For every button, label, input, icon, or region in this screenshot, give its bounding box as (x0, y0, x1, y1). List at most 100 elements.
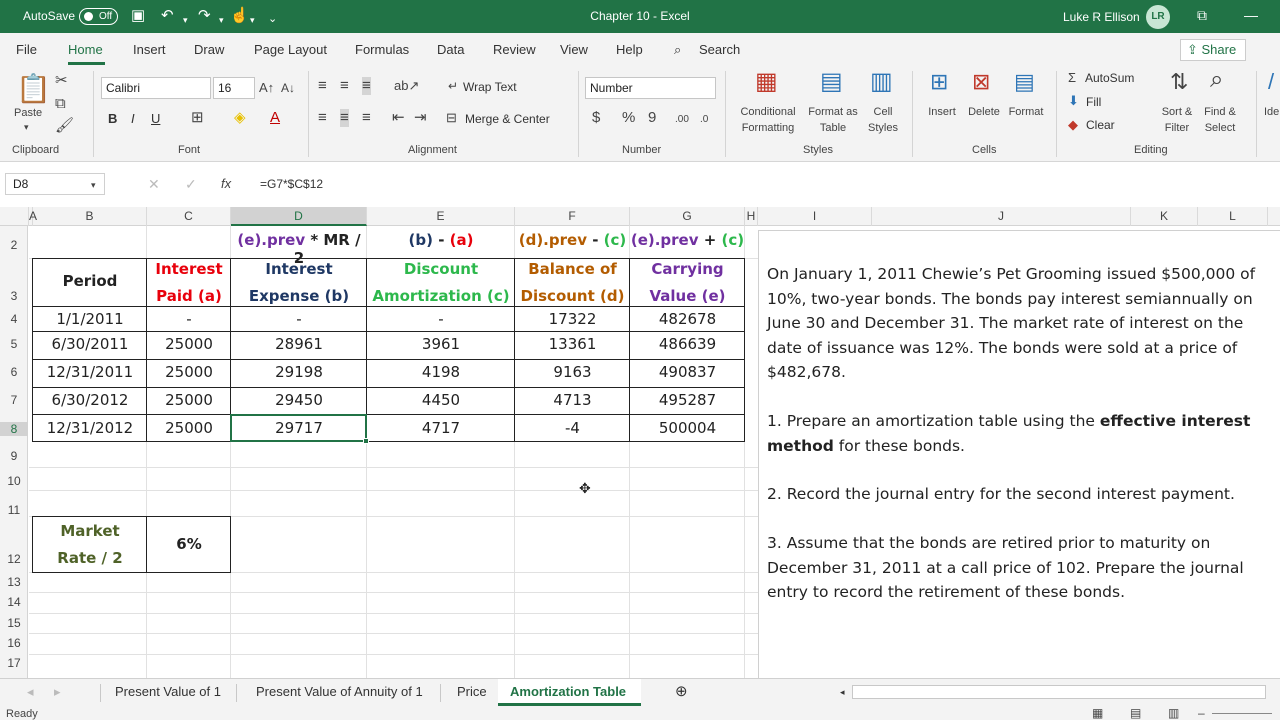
table-cell[interactable]: - (147, 310, 231, 328)
decrease-font-icon[interactable]: A↓ (281, 79, 295, 97)
column-header-l[interactable]: L (1198, 207, 1268, 226)
sheet-tab-annuity[interactable]: Present Value of Annuity of 1 (256, 684, 423, 699)
sheet-tab-amortization[interactable]: Amortization Table (510, 684, 626, 699)
table-cell[interactable]: 25000 (147, 335, 231, 353)
table-cell[interactable]: 4713 (515, 391, 630, 409)
table-cell[interactable]: 12/31/2012 (33, 419, 147, 437)
sort-label-1[interactable]: Sort & (1156, 104, 1198, 120)
next-sheet-icon[interactable]: ▸ (54, 684, 61, 700)
wrap-text-icon[interactable]: ↵ (448, 77, 458, 95)
fill-color-icon[interactable]: ◈ (234, 109, 246, 127)
autosum-icon[interactable]: Σ (1068, 69, 1076, 87)
find-select-icon[interactable]: ⌕ (1210, 68, 1223, 92)
row-header-10[interactable]: 10 (0, 474, 28, 488)
table-cell[interactable]: - (231, 310, 367, 328)
insert-function-icon[interactable]: fx (221, 175, 231, 193)
fill-handle[interactable] (363, 438, 369, 444)
merge-center-icon[interactable]: ⊟ (446, 109, 457, 127)
align-center-icon[interactable]: ≡ (340, 109, 349, 127)
merge-center-button[interactable]: Merge & Center (465, 112, 550, 126)
row-header-3[interactable]: 3 (0, 289, 28, 303)
table-cell[interactable]: 4198 (367, 363, 515, 381)
align-left-icon[interactable]: ≡ (318, 109, 327, 127)
font-size-combo[interactable]: 16 (213, 77, 255, 99)
table-cell[interactable]: 29450 (231, 391, 367, 409)
table-cell[interactable]: 482678 (630, 310, 745, 328)
tab-formulas[interactable]: Formulas (355, 42, 409, 57)
bold-button[interactable]: B (108, 111, 117, 126)
column-header-e[interactable]: E (367, 207, 515, 226)
delete-cells-icon[interactable]: ⊠ (972, 71, 990, 93)
column-header-b[interactable]: B (33, 207, 147, 226)
table-cell[interactable]: -4 (515, 419, 630, 437)
fill-icon[interactable]: ⬇ (1068, 92, 1079, 110)
align-middle-icon[interactable]: ≡ (340, 77, 349, 95)
page-break-view-icon[interactable]: ▥ (1168, 706, 1179, 720)
font-name-combo[interactable]: Calibri (101, 77, 211, 99)
problem-text-box[interactable]: On January 1, 2011 Chewie’s Pet Grooming… (758, 230, 1280, 680)
table-cell[interactable]: 28961 (231, 335, 367, 353)
row-header-12[interactable]: 12 (0, 552, 28, 566)
table-cell[interactable]: 4717 (367, 419, 515, 437)
share-button[interactable]: ⇪ Share (1180, 39, 1246, 61)
clear-button[interactable]: Clear (1086, 118, 1115, 132)
sort-filter-icon[interactable]: ⇅ (1170, 71, 1188, 93)
borders-icon[interactable]: ⊞ (191, 109, 204, 127)
copy-icon[interactable]: ⧉ (55, 95, 66, 113)
fill-button[interactable]: Fill (1086, 95, 1101, 109)
comma-style-icon[interactable]: 9 (648, 109, 656, 127)
increase-decimal-icon[interactable]: .00 (675, 111, 689, 129)
sort-label-2[interactable]: Filter (1156, 120, 1198, 136)
row-header-15[interactable]: 15 (0, 616, 28, 630)
align-top-icon[interactable]: ≡ (318, 77, 327, 95)
table-cell[interactable]: 12/31/2011 (33, 363, 147, 381)
decrease-decimal-icon[interactable]: .0 (700, 111, 708, 129)
row-header-2[interactable]: 2 (0, 238, 28, 252)
increase-indent-icon[interactable]: ⇥ (414, 109, 427, 127)
find-label-1[interactable]: Find & (1198, 104, 1242, 120)
tab-data[interactable]: Data (437, 42, 464, 57)
underline-button[interactable]: U (151, 111, 160, 126)
tab-view[interactable]: View (560, 42, 588, 57)
delete-cells-button[interactable]: Delete (963, 104, 1005, 120)
page-layout-view-icon[interactable]: ▤ (1130, 706, 1141, 720)
column-header-j[interactable]: J (872, 207, 1131, 226)
table-cell[interactable]: 17322 (515, 310, 630, 328)
avatar[interactable]: LR (1146, 5, 1170, 29)
column-header-k[interactable]: K (1131, 207, 1198, 226)
number-format-combo[interactable]: Number (585, 77, 716, 99)
ideas-label[interactable]: Ide (1264, 104, 1279, 120)
zoom-slider[interactable] (1212, 713, 1272, 714)
table-cell[interactable]: 9163 (515, 363, 630, 381)
clear-icon[interactable]: ◆ (1068, 116, 1078, 134)
format-painter-icon[interactable]: 🖌 (55, 117, 74, 135)
tab-draw[interactable]: Draw (194, 42, 224, 57)
scroll-left-icon[interactable]: ◂ (840, 687, 845, 698)
table-cell[interactable]: 3961 (367, 335, 515, 353)
search-box[interactable]: Search (699, 42, 740, 57)
sheet-tab-present-value-1[interactable]: Present Value of 1 (115, 684, 221, 699)
tab-review[interactable]: Review (493, 42, 536, 57)
cancel-icon[interactable]: ✕ (148, 175, 160, 193)
table-cell[interactable]: 486639 (630, 335, 745, 353)
align-bottom-icon[interactable]: ≡ (362, 77, 371, 95)
row-header-13[interactable]: 13 (0, 575, 28, 589)
horizontal-scrollbar[interactable] (852, 685, 1266, 699)
table-cell[interactable]: 25000 (147, 419, 231, 437)
row-header-7[interactable]: 7 (0, 393, 28, 407)
prev-sheet-icon[interactable]: ◂ (27, 684, 34, 700)
increase-font-icon[interactable]: A↑ (259, 79, 274, 97)
font-color-icon[interactable]: A (270, 109, 280, 127)
format-cells-button[interactable]: Format (1004, 104, 1048, 120)
decrease-indent-icon[interactable]: ⇤ (392, 109, 405, 127)
row-header-6[interactable]: 6 (0, 365, 28, 379)
table-cell[interactable]: 25000 (147, 391, 231, 409)
table-cell[interactable]: 6/30/2012 (33, 391, 147, 409)
normal-view-icon[interactable]: ▦ (1092, 706, 1103, 720)
column-header-i[interactable]: I (758, 207, 872, 226)
enter-icon[interactable]: ✓ (185, 175, 197, 193)
ribbon-display-icon[interactable]: ⧉ (1197, 7, 1207, 24)
table-cell[interactable]: - (367, 310, 515, 328)
zoom-out-icon[interactable]: – (1198, 706, 1205, 720)
wrap-text-button[interactable]: Wrap Text (463, 80, 517, 94)
